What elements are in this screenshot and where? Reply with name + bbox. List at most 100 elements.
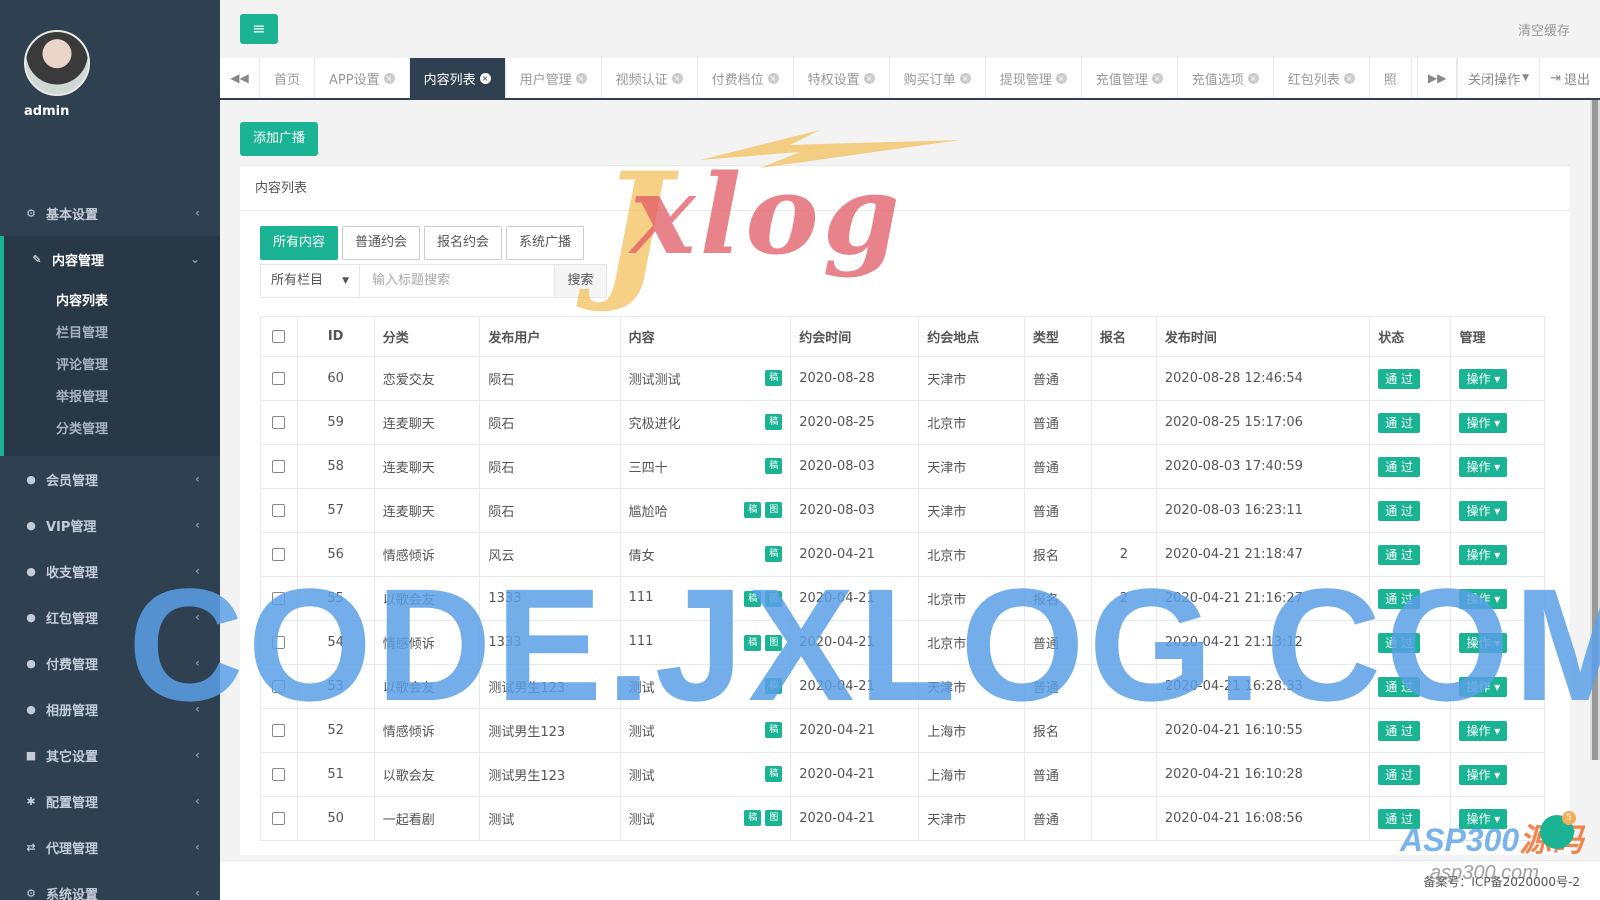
cell-content: 稿 测试测试 [619,356,792,401]
tab[interactable]: 提现管理 × [986,58,1082,98]
gears-icon: ⚙ [26,886,36,900]
sidebar-item[interactable]: ■ 其它设置 ‹ [0,732,220,778]
filter-button[interactable]: 报名约会 [424,226,503,260]
avatar[interactable] [24,30,90,96]
submenu-item[interactable]: 评论管理 [4,350,220,382]
filter-button[interactable]: 所有内容 [260,226,339,260]
tab[interactable]: 用户管理 × [506,58,602,98]
search-input[interactable]: 输入标题搜索 [360,264,555,298]
status-pass-badge[interactable]: 通 过 [1378,500,1421,521]
tab[interactable]: 特权设置 × [794,58,890,98]
sidebar-item-label: VIP管理 [46,519,97,535]
close-icon[interactable]: × [383,72,395,84]
sidebar-item[interactable]: ⚙ 系统设置 ‹ [0,870,220,900]
close-icon[interactable]: × [767,72,779,84]
column-header: 分类 [373,316,481,357]
status-pass-badge[interactable]: 通 过 [1378,412,1421,433]
content-tag[interactable]: 图 [765,502,783,518]
close-icon[interactable]: × [671,72,683,84]
select-all-checkbox[interactable] [272,330,286,343]
cell-published: 2020-08-28 12:46:54 [1155,356,1371,401]
status-pass-badge[interactable]: 通 过 [1378,368,1421,389]
action-dropdown-button[interactable]: 操作 ▾ [1459,500,1508,521]
add-broadcast-button[interactable]: 添加广播 [240,122,319,156]
close-icon[interactable]: × [1343,72,1355,84]
cell-category-text: 恋爱交友 [382,373,435,388]
tab[interactable]: 照 [1370,58,1412,98]
close-ops-dropdown[interactable]: 关闭操作 ▼ [1457,58,1539,98]
tab-scroll-left-button[interactable]: ◀◀ [220,58,260,98]
cell-place-text: 天津市 [927,505,967,520]
cell-content-text: 究极进化 [628,417,681,432]
tab[interactable]: 首页 [260,58,316,98]
content-tag[interactable]: 稿 [744,502,762,518]
cell-id-text: 50 [327,811,344,826]
submenu-item[interactable]: 内容列表 [4,286,220,318]
table-row[interactable]: 58 连麦聊天 陨石 稿 三四十 2020-08-03 天津市 普通 2020-08-03 17… [260,444,1545,489]
row-checkbox[interactable] [272,460,286,473]
sidebar-item[interactable]: ● 会员管理 ‹ [0,456,220,502]
close-icon[interactable]: × [479,72,491,84]
row-checkbox[interactable] [272,372,286,385]
action-dropdown-button[interactable]: 操作 ▾ [1459,368,1508,389]
action-dropdown-button[interactable]: 操作 ▾ [1459,764,1508,785]
row-checkbox[interactable] [272,416,286,429]
cell-id: 58 [296,444,375,489]
logout-button[interactable]: ⇥ 退出 [1539,58,1600,98]
tab[interactable]: 充值管理 × [1082,58,1178,98]
tab[interactable]: 付费档位 × [698,58,794,98]
sidebar-item[interactable]: ✎ 内容管理 ⌄ [0,236,220,282]
status-pass-badge[interactable]: 通 过 [1378,764,1421,785]
close-icon[interactable]: × [575,72,587,84]
content-tag[interactable]: 图 [765,810,783,826]
tab[interactable]: 充值选项 × [1178,58,1274,98]
table-row[interactable]: 51 以歌会友 测试男生123 稿 测试 2020-04-21 上海市 普通 2020-04-2… [260,752,1545,797]
table-row[interactable]: 60 恋爱交友 陨石 稿 测试测试 2020-08-28 天津市 普通 2020-08-28 1… [260,356,1545,401]
content-tag[interactable]: 稿 [765,766,783,782]
action-dropdown-button[interactable]: 操作 ▾ [1459,412,1508,433]
tab-scroll-right-button[interactable]: ▶▶ [1417,58,1458,98]
content-tag[interactable]: 稿 [765,414,783,430]
content-tag[interactable]: 稿 [744,810,762,826]
sidebar-item[interactable]: ⚙ 基本设置 ‹ [0,190,220,236]
table-row[interactable]: 57 连麦聊天 陨石 稿图 尴尬哈 2020-08-03 天津市 普通 2020-08-03 1… [260,488,1545,533]
menu-toggle-button[interactable]: ≡ [240,14,278,44]
close-icon[interactable]: × [1055,72,1067,84]
profile-name[interactable]: admin [24,104,220,119]
submenu-item[interactable]: 举报管理 [4,382,220,414]
close-icon[interactable]: × [1247,72,1259,84]
tab[interactable]: APP设置 × [315,58,410,98]
row-checkbox[interactable] [272,812,286,825]
row-checkbox[interactable] [272,768,286,781]
table-row[interactable]: 59 连麦聊天 陨石 稿 究极进化 2020-08-25 北京市 普通 2020-08-25 1… [260,400,1545,445]
close-icon[interactable]: × [863,72,875,84]
close-icon[interactable]: × [959,72,971,84]
cell-date: 2020-08-03 [790,488,920,533]
tab[interactable]: 购买订单 × [890,58,986,98]
action-dropdown-button[interactable]: 操作 ▾ [1459,456,1508,477]
sidebar-item[interactable]: ● VIP管理 ‹ [0,502,220,548]
row-checkbox-cell [260,400,298,445]
close-icon[interactable]: × [1151,72,1163,84]
submenu-item[interactable]: 栏目管理 [4,318,220,350]
filter-button[interactable]: 系统广播 [506,226,585,260]
content-tag[interactable]: 稿 [765,370,783,386]
status-pass-badge[interactable]: 通 过 [1378,456,1421,477]
filter-button[interactable]: 普通约会 [342,226,421,260]
chat-badge[interactable]: 5 [1540,811,1576,849]
tab[interactable]: 内容列表 × [409,58,506,98]
cell-status: 通 过 [1369,444,1452,489]
cell-user: 测试男生123 [479,752,621,797]
tab[interactable]: 视频认证 × [602,58,698,98]
sidebar-item[interactable]: ⇄ 代理管理 ‹ [0,824,220,870]
sidebar-item[interactable]: ✱ 配置管理 ‹ [0,778,220,824]
row-checkbox[interactable] [272,504,286,517]
cell-date-text: 2020-08-25 [799,415,875,430]
row-checkbox-cell [260,356,298,401]
category-select[interactable]: 所有栏目 ▼ [260,264,360,298]
clear-cache-link[interactable]: 清空缓存 [1518,20,1570,39]
tab[interactable]: 红包列表 × [1274,58,1370,98]
submenu-item[interactable]: 分类管理 [4,414,220,446]
table-row[interactable]: 50 一起看剧 测试 稿图 测试 2020-04-21 天津市 普通 2020-04-21 16… [260,796,1545,841]
content-tag[interactable]: 稿 [765,458,783,474]
